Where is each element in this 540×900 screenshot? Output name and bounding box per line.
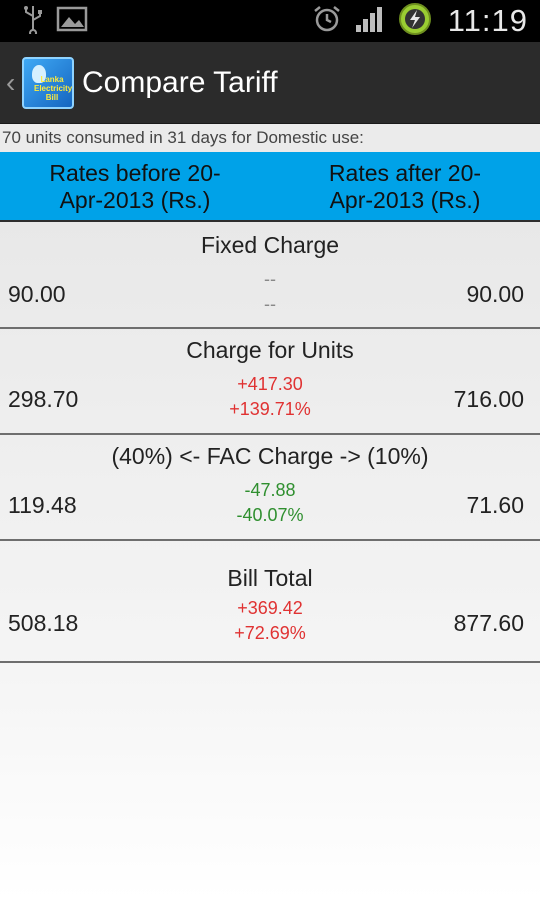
app-icon-label: Lanka Electricity Bill bbox=[34, 74, 73, 102]
fac-charge-difference: -47.88 -40.07% bbox=[0, 478, 540, 528]
clock: 11:19 bbox=[447, 3, 528, 38]
fixed-charge-section: Fixed Charge 90.00 -- -- 90.00 bbox=[0, 222, 540, 329]
units-charge-row: 298.70 +417.30 +139.71% 716.00 bbox=[0, 372, 540, 430]
units-charge-after: 716.00 bbox=[453, 386, 524, 412]
back-chevron-icon[interactable]: ‹ bbox=[6, 67, 20, 99]
bill-total-section: Bill Total 508.18 +369.42 +72.69% 877.60 bbox=[0, 541, 540, 663]
rates-before-line1: Rates before 20- bbox=[49, 160, 221, 186]
fixed-charge-after: 90.00 bbox=[466, 281, 524, 307]
app-icon[interactable]: Lanka Electricity Bill bbox=[22, 56, 74, 109]
action-bar: ‹ Lanka Electricity Bill Compare Tariff bbox=[0, 42, 540, 124]
image-icon bbox=[56, 5, 88, 38]
battery-charging-icon bbox=[398, 2, 432, 41]
section-title: Bill Total bbox=[227, 565, 313, 591]
fac-charge-after: 71.60 bbox=[466, 492, 524, 518]
consumption-summary: 70 units consumed in 31 days for Domesti… bbox=[0, 124, 540, 152]
diff-amount: -47.88 bbox=[244, 480, 296, 500]
fixed-charge-difference: -- -- bbox=[0, 267, 540, 317]
rates-before-header: Rates before 20- Apr-2013 (Rs.) bbox=[0, 152, 270, 220]
rates-after-line2: Apr-2013 (Rs.) bbox=[329, 187, 481, 213]
bill-total-after: 877.60 bbox=[453, 610, 524, 636]
rates-after-line1: Rates after 20- bbox=[328, 160, 482, 186]
alarm-icon bbox=[312, 4, 342, 39]
units-charge-section: Charge for Units 298.70 +417.30 +139.71%… bbox=[0, 329, 540, 435]
usb-icon bbox=[22, 4, 44, 39]
rates-before-line2: Apr-2013 (Rs.) bbox=[59, 187, 211, 213]
signal-icon bbox=[354, 5, 386, 38]
status-right-icons: 11:19 bbox=[312, 2, 528, 41]
fac-charge-row: 119.48 -47.88 -40.07% 71.60 bbox=[0, 478, 540, 536]
fac-charge-section: (40%) <- FAC Charge -> (10%) 119.48 -47.… bbox=[0, 435, 540, 541]
diff-amount: -- bbox=[264, 269, 276, 289]
section-title: Charge for Units bbox=[186, 337, 354, 363]
diff-percent: -- bbox=[264, 294, 276, 314]
status-left-icons bbox=[22, 4, 88, 39]
section-title: (40%) <- FAC Charge -> (10%) bbox=[111, 443, 429, 469]
section-title: Fixed Charge bbox=[200, 232, 340, 258]
page-title: Compare Tariff bbox=[82, 65, 278, 99]
rates-header: Rates before 20- Apr-2013 (Rs.) Rates af… bbox=[0, 152, 540, 222]
diff-percent: -40.07% bbox=[236, 505, 304, 525]
rates-after-header: Rates after 20- Apr-2013 (Rs.) bbox=[270, 152, 540, 220]
bill-total-row: 508.18 +369.42 +72.69% 877.60 bbox=[0, 596, 540, 654]
fixed-charge-row: 90.00 -- -- 90.00 bbox=[0, 267, 540, 325]
status-bar: 11:19 bbox=[0, 0, 540, 42]
